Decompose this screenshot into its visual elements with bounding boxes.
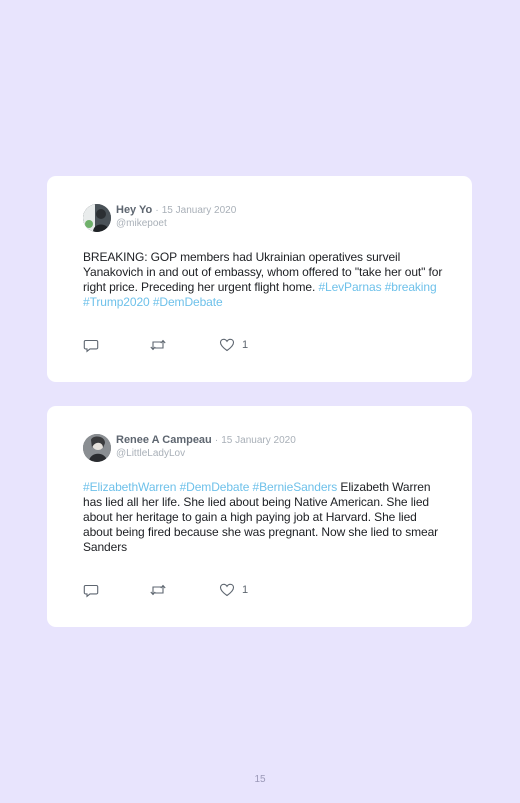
retweet-icon xyxy=(150,584,166,596)
like-button[interactable]: 1 xyxy=(219,337,248,353)
reply-button[interactable] xyxy=(83,582,99,598)
reply-button[interactable] xyxy=(83,337,99,353)
author-name[interactable]: Renee A Campeau xyxy=(116,434,212,446)
hashtag-link[interactable]: #Trump2020 xyxy=(83,295,150,309)
heart-icon xyxy=(219,583,235,597)
heart-icon xyxy=(219,338,235,352)
like-count: 1 xyxy=(242,339,249,351)
hashtag-link[interactable]: #breaking xyxy=(385,280,437,294)
reply-icon xyxy=(83,339,99,353)
separator: · xyxy=(155,205,159,216)
author-name[interactable]: Hey Yo xyxy=(116,204,152,216)
tweet-actions: 1 xyxy=(83,337,283,353)
like-button[interactable]: 1 xyxy=(219,582,248,598)
author-handle[interactable]: @LittleLadyLov xyxy=(116,447,296,460)
retweet-button[interactable] xyxy=(149,582,167,598)
hashtag-link[interactable]: #DemDebate xyxy=(153,295,223,309)
tweet-text: #ElizabethWarren #DemDebate #BernieSande… xyxy=(83,480,443,555)
hashtag-link[interactable]: #BernieSanders xyxy=(253,480,338,494)
avatar[interactable] xyxy=(83,204,111,232)
tweet-date: 15 January 2020 xyxy=(221,435,296,446)
tweet-header: Hey Yo · 15 January 2020 @mikepoet xyxy=(116,204,236,230)
author-handle[interactable]: @mikepoet xyxy=(116,217,236,230)
hashtag-link[interactable]: #ElizabethWarren xyxy=(83,480,176,494)
retweet-icon xyxy=(150,339,166,351)
tweet-card: Hey Yo · 15 January 2020 @mikepoet BREAK… xyxy=(47,176,472,382)
tweet-actions: 1 xyxy=(83,582,283,598)
tweet-header: Renee A Campeau · 15 January 2020 @Littl… xyxy=(116,434,296,460)
tweet-card: Renee A Campeau · 15 January 2020 @Littl… xyxy=(47,406,472,627)
reply-icon xyxy=(83,584,99,598)
separator: · xyxy=(214,435,219,446)
tweet-date: 15 January 2020 xyxy=(161,205,237,216)
like-count: 1 xyxy=(242,584,249,596)
hashtag-link[interactable]: #LevParnas xyxy=(318,280,381,294)
avatar[interactable] xyxy=(83,434,111,462)
page-number: 15 xyxy=(254,774,266,785)
hashtag-link[interactable]: #DemDebate xyxy=(180,480,250,494)
tweet-text: BREAKING: GOP members had Ukrainian oper… xyxy=(83,250,443,310)
retweet-button[interactable] xyxy=(149,337,167,353)
